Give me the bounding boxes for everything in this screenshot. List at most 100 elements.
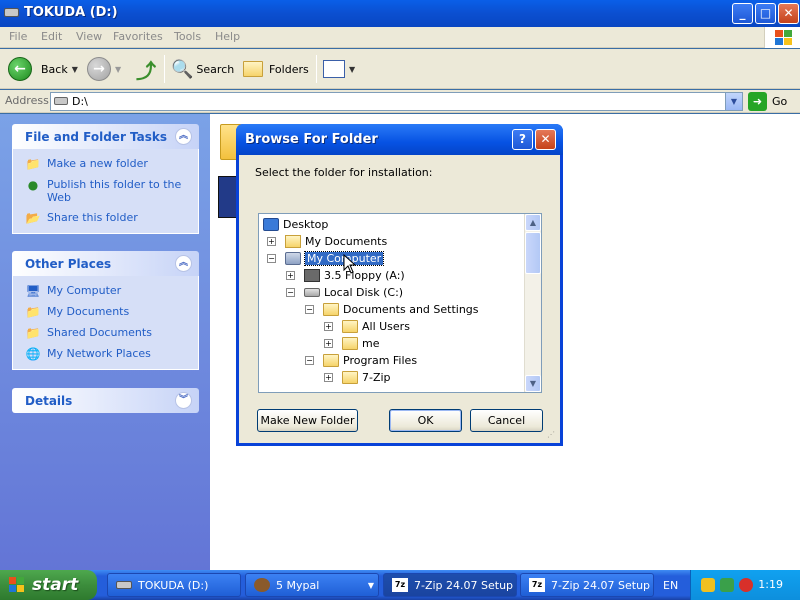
up-folder-button[interactable]: ⤴ xyxy=(136,55,156,83)
folders-button[interactable]: Folders xyxy=(243,55,309,83)
tree-label: 3.5 Floppy (A:) xyxy=(324,268,405,282)
my-network-places-link[interactable]: 🌐 My Network Places xyxy=(25,347,198,361)
expand-plus-icon[interactable]: + xyxy=(324,372,333,382)
collapse-minus-icon[interactable]: − xyxy=(286,287,295,297)
file-folder-tasks-header[interactable]: File and Folder Tasks ︽ xyxy=(12,124,199,149)
collapse-minus-icon[interactable]: − xyxy=(305,304,314,314)
tree-node-local-disk-c[interactable]: − Local Disk (C:) xyxy=(286,284,403,300)
address-input[interactable]: D:\ ▼ xyxy=(50,92,743,111)
menu-view[interactable]: View xyxy=(76,30,102,43)
collapse-minus-icon[interactable]: − xyxy=(305,355,314,365)
shared-documents-link[interactable]: 📁 Shared Documents xyxy=(25,326,198,340)
up-folder-icon: ⤴ xyxy=(136,58,156,83)
views-button[interactable]: ▼ xyxy=(323,55,355,83)
address-dropdown-icon[interactable]: ▼ xyxy=(725,93,742,110)
menu-tools[interactable]: Tools xyxy=(174,30,201,43)
mypal-icon xyxy=(254,578,270,592)
link-label: My Computer xyxy=(47,284,122,297)
forward-button[interactable]: → ▼ xyxy=(87,55,121,83)
folder-tree[interactable]: Desktop + My Documents − My Computer + 3… xyxy=(258,213,542,393)
taskbar-item-mypal[interactable]: 5 Mypal ▼ xyxy=(245,573,379,597)
expand-plus-icon[interactable]: + xyxy=(324,321,333,331)
folders-label: Folders xyxy=(269,62,309,76)
forward-dropdown-icon[interactable]: ▼ xyxy=(115,65,121,74)
link-label: My Documents xyxy=(47,305,130,318)
tree-node-desktop[interactable]: Desktop xyxy=(263,216,328,232)
drive-icon xyxy=(54,97,68,105)
tree-scrollbar[interactable]: ▲ ▼ xyxy=(524,214,541,392)
collapse-chevron-icon[interactable]: ︽ xyxy=(175,255,192,272)
menu-help[interactable]: Help xyxy=(215,30,240,43)
menu-file[interactable]: File xyxy=(9,30,27,43)
collapse-chevron-icon[interactable]: ︽ xyxy=(175,128,192,145)
group-dropdown-icon[interactable]: ▼ xyxy=(368,581,374,590)
folder-icon xyxy=(342,336,358,350)
tree-node-7-zip[interactable]: + 7-Zip xyxy=(324,369,391,385)
help-button[interactable]: ? xyxy=(512,129,533,150)
clock[interactable]: 1:19 xyxy=(758,578,783,591)
tree-node-all-users[interactable]: + All Users xyxy=(324,318,410,334)
taskbar-item-7zip-setup-1[interactable]: 7z 7-Zip 24.07 Setup xyxy=(383,573,517,597)
back-button[interactable]: ← Back ▼ xyxy=(8,55,78,83)
details-header[interactable]: Details ︾ xyxy=(12,388,199,413)
scroll-up-icon[interactable]: ▲ xyxy=(525,214,541,231)
floppy-icon xyxy=(304,268,320,282)
my-documents-icon xyxy=(285,234,301,248)
back-arrow-icon: ← xyxy=(8,57,32,81)
go-button[interactable]: ➜ Go xyxy=(748,92,787,111)
link-label: Shared Documents xyxy=(47,326,152,339)
tree-node-me[interactable]: + me xyxy=(324,335,379,351)
make-new-folder-link[interactable]: 📁 Make a new folder xyxy=(25,157,198,171)
taskbar-item-explorer[interactable]: TOKUDA (D:) xyxy=(107,573,241,597)
folders-icon xyxy=(243,61,263,77)
resize-grip-icon[interactable]: ⋰ xyxy=(547,430,557,440)
taskbar-item-7zip-setup-2[interactable]: 7z 7-Zip 24.07 Setup xyxy=(520,573,654,597)
network-icon[interactable] xyxy=(720,578,734,592)
dialog-title-bar[interactable]: Browse For Folder ? ✕ xyxy=(236,124,563,155)
scroll-thumb[interactable] xyxy=(525,232,541,274)
tree-node-my-computer[interactable]: − My Computer xyxy=(267,250,385,266)
expand-plus-icon[interactable]: + xyxy=(286,270,295,280)
language-indicator[interactable]: EN xyxy=(663,579,678,592)
other-places-header[interactable]: Other Places ︽ xyxy=(12,251,199,276)
collapse-minus-icon[interactable]: − xyxy=(267,253,276,263)
task-label: 7-Zip 24.07 Setup xyxy=(551,578,651,592)
menu-favorites[interactable]: Favorites xyxy=(113,30,163,43)
task-label: 5 Mypal xyxy=(276,578,320,592)
search-label: Search xyxy=(196,62,235,76)
address-label: Address xyxy=(5,94,49,107)
maximize-button[interactable]: □ xyxy=(755,3,776,24)
make-new-folder-button[interactable]: Make New Folder xyxy=(257,409,358,432)
window-title-bar[interactable]: TOKUDA (D:) _ □ ✕ xyxy=(0,0,800,27)
start-button[interactable]: start xyxy=(0,570,97,600)
tree-node-my-documents[interactable]: + My Documents xyxy=(267,233,387,249)
tree-node-program-files[interactable]: − Program Files xyxy=(305,352,417,368)
share-folder-link[interactable]: 📂 Share this folder xyxy=(25,211,198,225)
tree-label: Local Disk (C:) xyxy=(324,285,404,299)
views-dropdown-icon[interactable]: ▼ xyxy=(349,65,355,74)
ok-button[interactable]: OK xyxy=(389,409,462,432)
expand-plus-icon[interactable]: + xyxy=(324,338,333,348)
dialog-close-button[interactable]: ✕ xyxy=(535,129,556,150)
scroll-down-icon[interactable]: ▼ xyxy=(525,375,541,392)
dialog-body: Select the folder for installation: Desk… xyxy=(239,155,560,443)
my-documents-link[interactable]: 📁 My Documents xyxy=(25,305,198,319)
panel-title: File and Folder Tasks xyxy=(25,130,168,144)
search-button[interactable]: 🔍 Search xyxy=(171,55,234,83)
expand-chevron-icon[interactable]: ︾ xyxy=(175,392,192,409)
expand-plus-icon[interactable]: + xyxy=(267,236,276,246)
menu-edit[interactable]: Edit xyxy=(41,30,62,43)
security-shield-icon[interactable] xyxy=(701,578,715,592)
window-title: TOKUDA (D:) xyxy=(24,5,118,20)
minimize-button[interactable]: _ xyxy=(732,3,753,24)
tree-node-documents-and-settings[interactable]: − Documents and Settings xyxy=(305,301,479,317)
back-label: Back xyxy=(41,62,68,76)
back-dropdown-icon[interactable]: ▼ xyxy=(72,65,78,74)
cancel-button[interactable]: Cancel xyxy=(470,409,543,432)
tree-label: All Users xyxy=(362,319,410,333)
close-button[interactable]: ✕ xyxy=(778,3,799,24)
my-computer-link[interactable]: 🖥 My Computer xyxy=(25,284,198,298)
alert-icon[interactable] xyxy=(739,578,753,592)
7zip-icon: 7z xyxy=(529,578,545,592)
publish-folder-link[interactable]: ● Publish this folder to the Web xyxy=(25,178,198,204)
